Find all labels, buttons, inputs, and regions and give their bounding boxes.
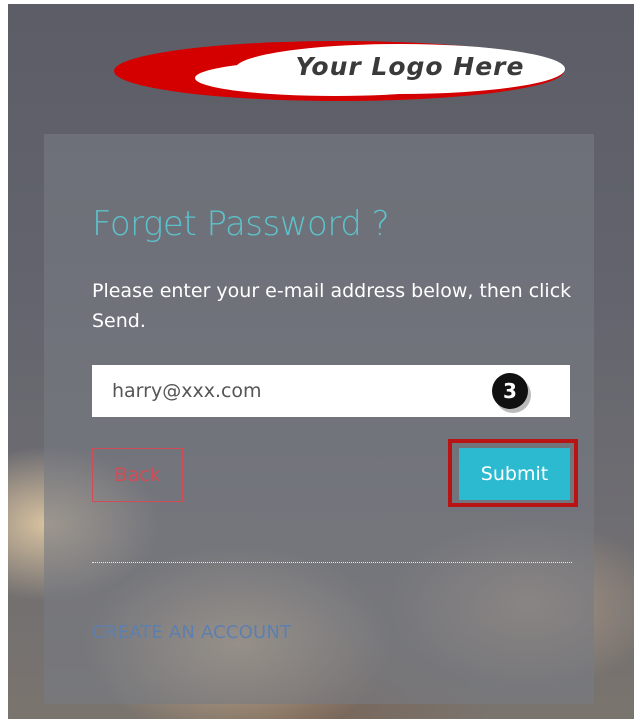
instruction-text: Please enter your e-mail address below, … <box>92 280 572 332</box>
page-title: Forget Password ? <box>92 204 390 244</box>
step-marker-badge: 3 <box>492 373 528 409</box>
back-button[interactable]: Back <box>92 448 183 502</box>
submit-button[interactable]: Submit <box>459 448 570 500</box>
forgot-password-panel: Forget Password ? Please enter your e-ma… <box>44 134 594 704</box>
divider <box>92 562 572 563</box>
logo: Your Logo Here <box>110 38 568 104</box>
login-screen: Your Logo Here Forget Password ? Please … <box>8 4 634 719</box>
logo-text: Your Logo Here <box>295 52 525 81</box>
create-account-link[interactable]: CREATE AN ACCOUNT <box>92 622 291 643</box>
